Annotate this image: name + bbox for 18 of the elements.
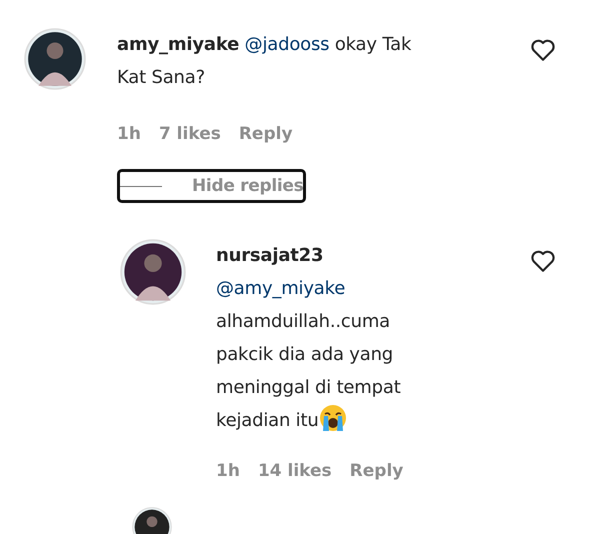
timestamp: 1h (117, 124, 141, 144)
crying-face-icon (318, 404, 347, 432)
username-link[interactable]: nursajat23 (216, 245, 324, 266)
timestamp: 1h (216, 461, 240, 481)
comment-text: amy_miyake @jadooss okay Tak Kat Sana? (117, 33, 412, 90)
reply-link[interactable]: Reply (238, 124, 293, 144)
reply-link[interactable]: Reply (350, 461, 404, 481)
likes-count[interactable]: 14 likes (258, 461, 332, 481)
hide-replies-button[interactable]: Hide replies (117, 169, 306, 203)
avatar[interactable] (24, 28, 86, 90)
mention-link[interactable]: @jadooss (244, 34, 330, 55)
avatar[interactable] (120, 239, 186, 305)
heart-icon[interactable] (530, 249, 556, 273)
comment-text: nursajat23 @amy_miyake alhamduillah..cuma pakcik dia ada yang meninggal di tempat kejadian itu (216, 244, 402, 434)
username-link[interactable]: amy_miyake (117, 34, 240, 55)
likes-count[interactable]: 7 likes (158, 124, 221, 144)
heart-icon[interactable] (530, 38, 556, 62)
mention-link[interactable]: @amy_miyake (216, 278, 346, 299)
